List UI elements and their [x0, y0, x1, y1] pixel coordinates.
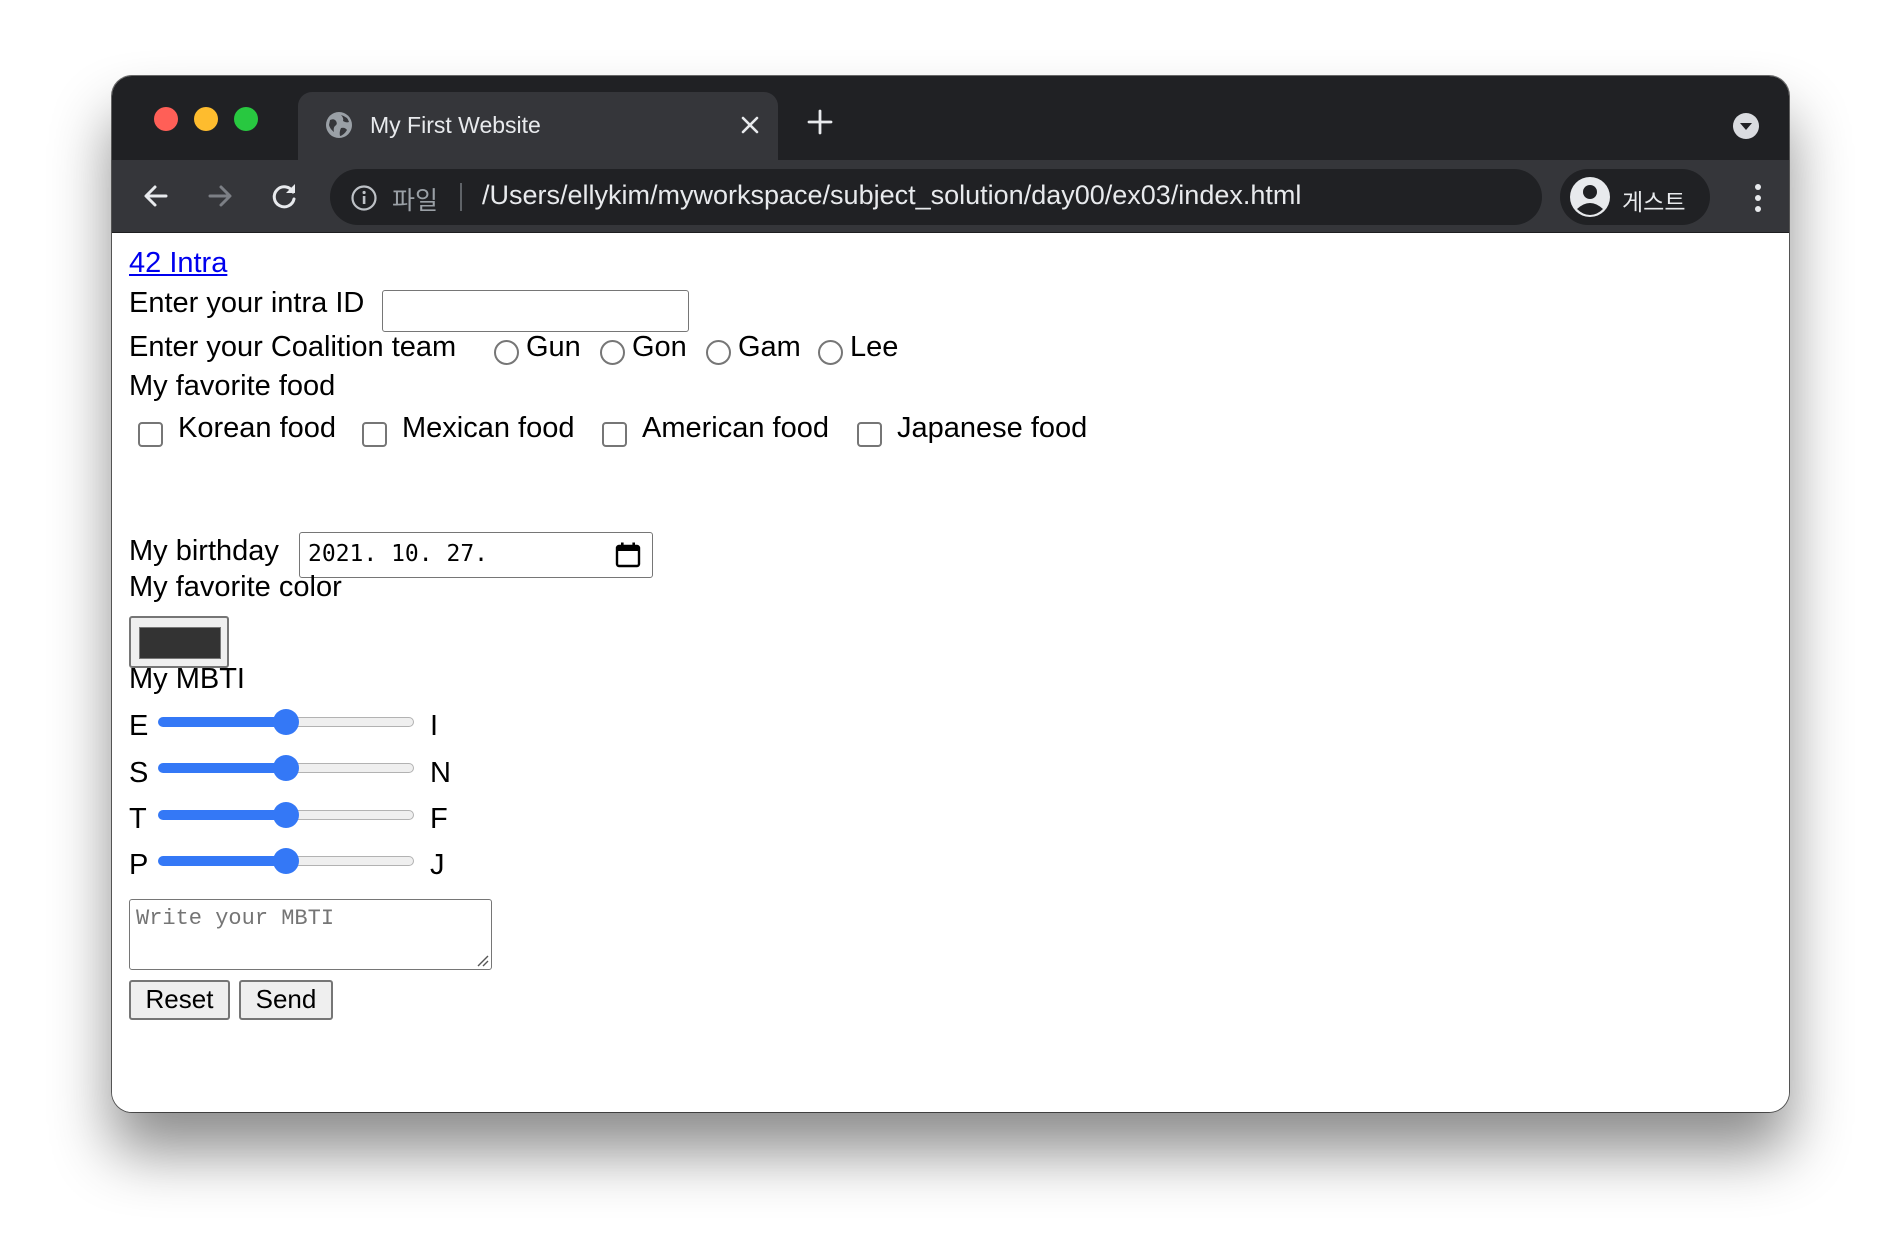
mbti-heading: My MBTI: [129, 663, 245, 695]
tab-title: My First Website: [370, 112, 541, 138]
tab-search-icon[interactable]: [1732, 112, 1760, 140]
checkbox-japanese-food-label: Japanese food: [897, 412, 1088, 444]
slider-tf-left-label: T: [129, 803, 147, 835]
profile-label: 게스트: [1622, 189, 1686, 215]
calendar-icon[interactable]: [614, 541, 642, 569]
slider-track-filled: [158, 856, 286, 866]
toolbar: 파일 /Users/ellykim/myworkspace/subject_so…: [112, 160, 1789, 233]
scheme-label: 파일: [392, 187, 439, 215]
radio-gam[interactable]: [706, 340, 731, 365]
slider-sn[interactable]: [158, 755, 414, 781]
info-icon[interactable]: [350, 184, 378, 212]
slider-track-filled: [158, 763, 286, 773]
intra-id-input[interactable]: [382, 290, 689, 332]
checkbox-korean-food-label: Korean food: [178, 412, 337, 444]
more-menu-icon[interactable]: [1744, 180, 1772, 216]
forward-arrow-icon[interactable]: [202, 178, 238, 214]
close-icon[interactable]: [738, 113, 762, 137]
back-arrow-icon[interactable]: [138, 178, 174, 214]
close-window-button[interactable]: [154, 107, 178, 131]
slider-thumb[interactable]: [273, 848, 299, 874]
checkbox-mexican-food-label: Mexican food: [402, 412, 575, 444]
tab-strip: My First Website: [112, 76, 1789, 160]
maximize-window-button[interactable]: [234, 107, 258, 131]
slider-track-remaining: [286, 717, 414, 727]
omnibox-divider: [460, 183, 462, 211]
slider-pj-right-label: J: [430, 849, 445, 881]
page-content: 42 Intra Enter your intra ID Enter your …: [112, 233, 1789, 1112]
resize-grip-icon[interactable]: [475, 953, 489, 967]
mbti-textarea-placeholder: Write your MBTI: [136, 906, 335, 931]
profile-button[interactable]: 게스트: [1560, 169, 1710, 225]
slider-track-filled: [158, 810, 286, 820]
color-picker-fill: [139, 627, 221, 659]
slider-track-filled: [158, 717, 286, 727]
checkbox-american-food[interactable]: [602, 422, 627, 447]
intra-id-label: Enter your intra ID: [129, 287, 365, 319]
radio-lee-label: Lee: [850, 331, 899, 363]
coalition-label: Enter your Coalition team: [129, 331, 457, 363]
slider-track-remaining: [286, 763, 414, 773]
intra-link[interactable]: 42 Intra: [129, 247, 227, 280]
radio-gon[interactable]: [600, 340, 625, 365]
slider-track-remaining: [286, 856, 414, 866]
radio-gun[interactable]: [494, 340, 519, 365]
browser-window: My First Website 파일 /Users/ellykim/mywor…: [112, 76, 1789, 1112]
color-heading: My favorite color: [129, 571, 342, 603]
reset-button[interactable]: Reset: [129, 980, 230, 1020]
slider-tf[interactable]: [158, 802, 414, 828]
food-heading: My favorite food: [129, 370, 336, 402]
color-picker[interactable]: [129, 616, 229, 668]
send-button[interactable]: Send: [239, 980, 333, 1020]
new-tab-plus-icon[interactable]: [805, 107, 835, 137]
checkbox-mexican-food[interactable]: [362, 422, 387, 447]
slider-thumb[interactable]: [273, 802, 299, 828]
radio-gun-label: Gun: [526, 331, 581, 363]
checkbox-korean-food[interactable]: [138, 422, 163, 447]
slider-sn-right-label: N: [430, 757, 451, 789]
mbti-textarea[interactable]: Write your MBTI: [129, 899, 492, 970]
radio-gam-label: Gam: [738, 331, 801, 363]
slider-ei-left-label: E: [129, 710, 149, 742]
reload-icon[interactable]: [266, 178, 302, 214]
birthday-date-input[interactable]: 2021. 10. 27.: [299, 532, 653, 578]
globe-icon: [326, 112, 352, 138]
slider-sn-left-label: S: [129, 757, 149, 789]
birthday-value: 2021. 10. 27.: [308, 541, 489, 567]
slider-thumb[interactable]: [273, 709, 299, 735]
slider-pj-left-label: P: [129, 849, 149, 881]
user-avatar-icon: [1570, 177, 1610, 217]
radio-gon-label: Gon: [632, 331, 687, 363]
slider-pj[interactable]: [158, 848, 414, 874]
slider-track-remaining: [286, 810, 414, 820]
radio-lee[interactable]: [818, 340, 843, 365]
slider-ei[interactable]: [158, 709, 414, 735]
slider-thumb[interactable]: [273, 755, 299, 781]
checkbox-american-food-label: American food: [642, 412, 829, 444]
birthday-label: My birthday: [129, 535, 279, 567]
slider-ei-right-label: I: [430, 710, 439, 742]
minimize-window-button[interactable]: [194, 107, 218, 131]
address-bar[interactable]: 파일 /Users/ellykim/myworkspace/subject_so…: [330, 169, 1542, 225]
checkbox-japanese-food[interactable]: [857, 422, 882, 447]
slider-tf-right-label: F: [430, 803, 448, 835]
tab-active[interactable]: My First Website: [298, 92, 778, 160]
url-text[interactable]: /Users/ellykim/myworkspace/subject_solut…: [482, 180, 1301, 211]
